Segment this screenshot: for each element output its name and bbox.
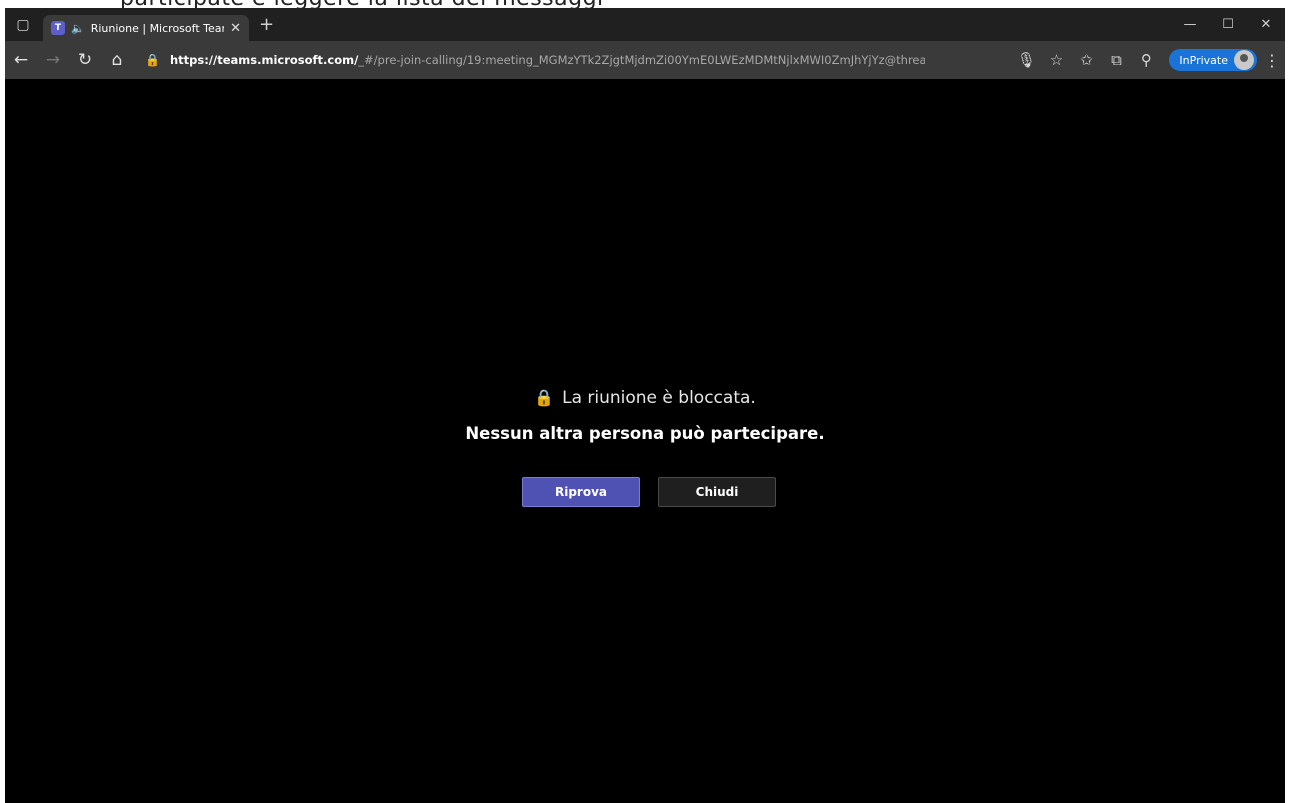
tab-title: Riunione | Microsoft Teams — [90, 21, 225, 35]
toolbar-right: 🎙 ☆ ✩ ⧉ ⚲ InPrivate ⋮ — [1011, 41, 1281, 79]
speaker-icon[interactable]: 🔈 — [71, 22, 85, 35]
meeting-locked-status: 🔒 La riunione è bloccata. — [5, 388, 1285, 408]
lock-icon: 🔒 — [534, 388, 555, 407]
collections-icon[interactable]: ⧉ — [1101, 45, 1131, 75]
minimize-icon[interactable]: — — [1171, 8, 1209, 41]
inprivate-label: InPrivate — [1179, 53, 1228, 67]
browser-window: ▢ T 🔈 Riunione | Microsoft Teams ✕ + — ☐… — [5, 8, 1285, 803]
more-menu-icon[interactable]: ⋮ — [1263, 51, 1281, 70]
url-path: _#/pre-join-calling/19:meeting_MGMzYTk2Z… — [358, 53, 925, 67]
forward-arrow-icon[interactable]: → — [37, 44, 69, 76]
plus-icon[interactable]: + — [259, 14, 274, 35]
padlock-icon[interactable]: 🔒 — [145, 53, 160, 67]
microphone-icon[interactable]: 🎙 — [1011, 45, 1041, 75]
tab-bar: ▢ T 🔈 Riunione | Microsoft Teams ✕ + — ☐… — [5, 8, 1285, 41]
avatar — [1234, 50, 1254, 70]
meeting-content: 🔒 La riunione è bloccata. Nessun altra pe… — [5, 79, 1285, 803]
extensions-icon[interactable]: ⚲ — [1131, 45, 1161, 75]
tab-teams-meeting[interactable]: T 🔈 Riunione | Microsoft Teams ✕ — [43, 15, 249, 41]
meeting-status-text: La riunione è bloccata. — [562, 388, 756, 408]
action-buttons: Riprova Chiudi — [522, 477, 776, 507]
tab-actions-icon[interactable]: ▢ — [9, 11, 37, 39]
teams-icon: T — [51, 21, 65, 35]
close-icon[interactable]: ✕ — [230, 21, 241, 36]
window-controls: — ☐ ✕ — [1171, 8, 1285, 41]
refresh-icon[interactable]: ↻ — [69, 44, 101, 76]
url-domain: https://teams.microsoft.com/ — [169, 53, 359, 67]
add-favorite-icon[interactable]: ☆ — [1041, 45, 1071, 75]
inprivate-badge[interactable]: InPrivate — [1169, 49, 1257, 71]
window-close-icon[interactable]: ✕ — [1247, 8, 1285, 41]
browser-toolbar: ← → ↻ ⌂ 🔒 https://teams.microsoft.com/ _… — [5, 41, 1285, 79]
home-icon[interactable]: ⌂ — [101, 44, 133, 76]
close-button[interactable]: Chiudi — [658, 477, 776, 507]
maximize-icon[interactable]: ☐ — [1209, 8, 1247, 41]
meeting-locked-detail: Nessun altra persona può partecipare. — [465, 424, 825, 443]
back-arrow-icon[interactable]: ← — [5, 44, 37, 76]
address-bar[interactable]: 🔒 https://teams.microsoft.com/ _#/pre-jo… — [145, 46, 925, 74]
retry-button[interactable]: Riprova — [522, 477, 640, 507]
favorites-icon[interactable]: ✩ — [1071, 45, 1101, 75]
